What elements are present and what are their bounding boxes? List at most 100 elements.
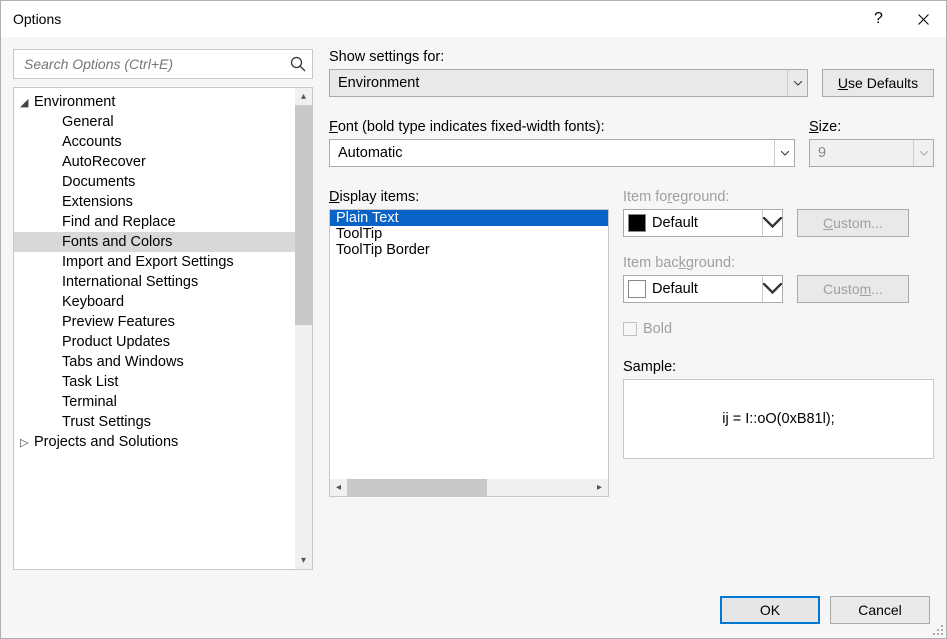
tree-item-label: Tabs and Windows [62, 354, 184, 370]
show-settings-label: Show settings for: [329, 49, 934, 65]
item-background-combo[interactable]: Default [623, 275, 783, 303]
tree-item-label: Preview Features [62, 314, 175, 330]
tree-item-label: Documents [62, 174, 135, 190]
item-foreground-combo[interactable]: Default [623, 209, 783, 237]
tree-item-tabs-windows[interactable]: Tabs and Windows [14, 352, 295, 372]
tree-item-label: Find and Replace [62, 214, 176, 230]
tree-item-projects-solutions[interactable]: ▷ Projects and Solutions [14, 432, 295, 452]
tree-item-label: Extensions [62, 194, 133, 210]
ok-label: OK [760, 602, 780, 618]
search-options-input-wrap[interactable] [13, 49, 313, 79]
tree-item-product-updates[interactable]: Product Updates [14, 332, 295, 352]
list-item[interactable]: ToolTip [330, 226, 608, 242]
tree-item-label: Import and Export Settings [62, 254, 234, 270]
custom-background-button[interactable]: Custom... [797, 275, 909, 303]
tree-item-label: General [62, 114, 114, 130]
tree-item-label: Terminal [62, 394, 117, 410]
close-icon [918, 14, 929, 25]
tree-item-import-export[interactable]: Import and Export Settings [14, 252, 295, 272]
tree-item-label: Projects and Solutions [34, 434, 178, 450]
cancel-label: Cancel [858, 602, 902, 618]
item-background-value: Default [652, 281, 762, 297]
sample-text: ij = I::oO(0xB81l); [722, 411, 834, 427]
tree-item-accounts[interactable]: Accounts [14, 132, 295, 152]
chevron-down-icon [774, 140, 794, 166]
tree-item-general[interactable]: General [14, 112, 295, 132]
collapse-icon: ◢ [20, 96, 30, 109]
tree-scrollbar[interactable]: ▴ ▾ [295, 88, 312, 569]
titlebar: Options ? [1, 1, 946, 37]
list-hscrollbar[interactable]: ◂ ▸ [330, 479, 608, 496]
show-settings-value: Environment [338, 75, 787, 91]
item-foreground-value: Default [652, 215, 762, 231]
tree-item-label: Accounts [62, 134, 122, 150]
show-settings-combo[interactable]: Environment [329, 69, 808, 97]
tree-item-keyboard[interactable]: Keyboard [14, 292, 295, 312]
item-foreground-label: Item foreground: [623, 189, 934, 205]
scroll-thumb[interactable] [347, 479, 487, 496]
use-defaults-button[interactable]: Use Defaults [822, 69, 934, 97]
font-label: Font (bold type indicates fixed-width fo… [329, 119, 795, 135]
color-swatch-icon [628, 214, 646, 232]
tree-item-find-replace[interactable]: Find and Replace [14, 212, 295, 232]
scroll-thumb[interactable] [295, 105, 312, 325]
font-combo[interactable]: Automatic [329, 139, 795, 167]
search-icon [290, 56, 306, 72]
size-label: Size: [809, 119, 934, 135]
tree-item-label: International Settings [62, 274, 198, 290]
cancel-button[interactable]: Cancel [830, 596, 930, 624]
window-title: Options [13, 11, 61, 27]
options-tree: ◢ Environment General Accounts AutoRecove… [13, 87, 313, 570]
tree-item-label: Fonts and Colors [62, 234, 172, 250]
tree-item-trust-settings[interactable]: Trust Settings [14, 412, 295, 432]
list-item[interactable]: ToolTip Border [330, 242, 608, 258]
tree-item-task-list[interactable]: Task List [14, 372, 295, 392]
scroll-up-icon[interactable]: ▴ [295, 88, 312, 105]
scroll-right-icon[interactable]: ▸ [591, 479, 608, 496]
tree-item-label: Keyboard [62, 294, 124, 310]
resize-grip-icon[interactable] [930, 622, 944, 636]
tree-item-autorecover[interactable]: AutoRecover [14, 152, 295, 172]
color-swatch-icon [628, 280, 646, 298]
list-item[interactable]: Plain Text [330, 210, 608, 226]
tree-item-international[interactable]: International Settings [14, 272, 295, 292]
scroll-left-icon[interactable]: ◂ [330, 479, 347, 496]
tree-item-fonts-colors[interactable]: Fonts and Colors [14, 232, 295, 252]
tree-item-environment[interactable]: ◢ Environment [14, 92, 295, 112]
search-options-input[interactable] [22, 55, 290, 73]
tree-item-preview-features[interactable]: Preview Features [14, 312, 295, 332]
chevron-down-icon [762, 276, 782, 302]
chevron-down-icon [787, 70, 807, 96]
sample-label: Sample: [623, 359, 934, 375]
close-button[interactable] [901, 1, 946, 37]
size-combo[interactable]: 9 [809, 139, 934, 167]
size-value: 9 [818, 145, 913, 161]
expand-icon: ▷ [20, 436, 30, 449]
tree-item-label: Trust Settings [62, 414, 151, 430]
tree-item-documents[interactable]: Documents [14, 172, 295, 192]
list-item-label: ToolTip Border [336, 242, 430, 258]
checkbox-icon [623, 322, 637, 336]
sample-preview: ij = I::oO(0xB81l); [623, 379, 934, 459]
item-background-label: Item background: [623, 255, 934, 271]
tree-item-label: Task List [62, 374, 118, 390]
bold-checkbox[interactable]: Bold [623, 321, 934, 337]
display-items-list[interactable]: Plain Text ToolTip ToolTip Border ◂ ▸ [329, 209, 609, 497]
display-items-label: Display items: [329, 189, 609, 205]
dialog-footer: OK Cancel [1, 582, 946, 638]
tree-item-label: AutoRecover [62, 154, 146, 170]
font-value: Automatic [338, 145, 774, 161]
tree-item-label: Product Updates [62, 334, 170, 350]
tree-item-terminal[interactable]: Terminal [14, 392, 295, 412]
list-item-label: Plain Text [336, 210, 399, 226]
ok-button[interactable]: OK [720, 596, 820, 624]
chevron-down-icon [762, 210, 782, 236]
custom-foreground-button[interactable]: Custom... [797, 209, 909, 237]
list-item-label: ToolTip [336, 226, 382, 242]
scroll-down-icon[interactable]: ▾ [295, 552, 312, 569]
chevron-down-icon [913, 140, 933, 166]
help-button[interactable]: ? [856, 1, 901, 37]
bold-label: Bold [643, 321, 672, 337]
tree-item-label: Environment [34, 94, 115, 110]
tree-item-extensions[interactable]: Extensions [14, 192, 295, 212]
